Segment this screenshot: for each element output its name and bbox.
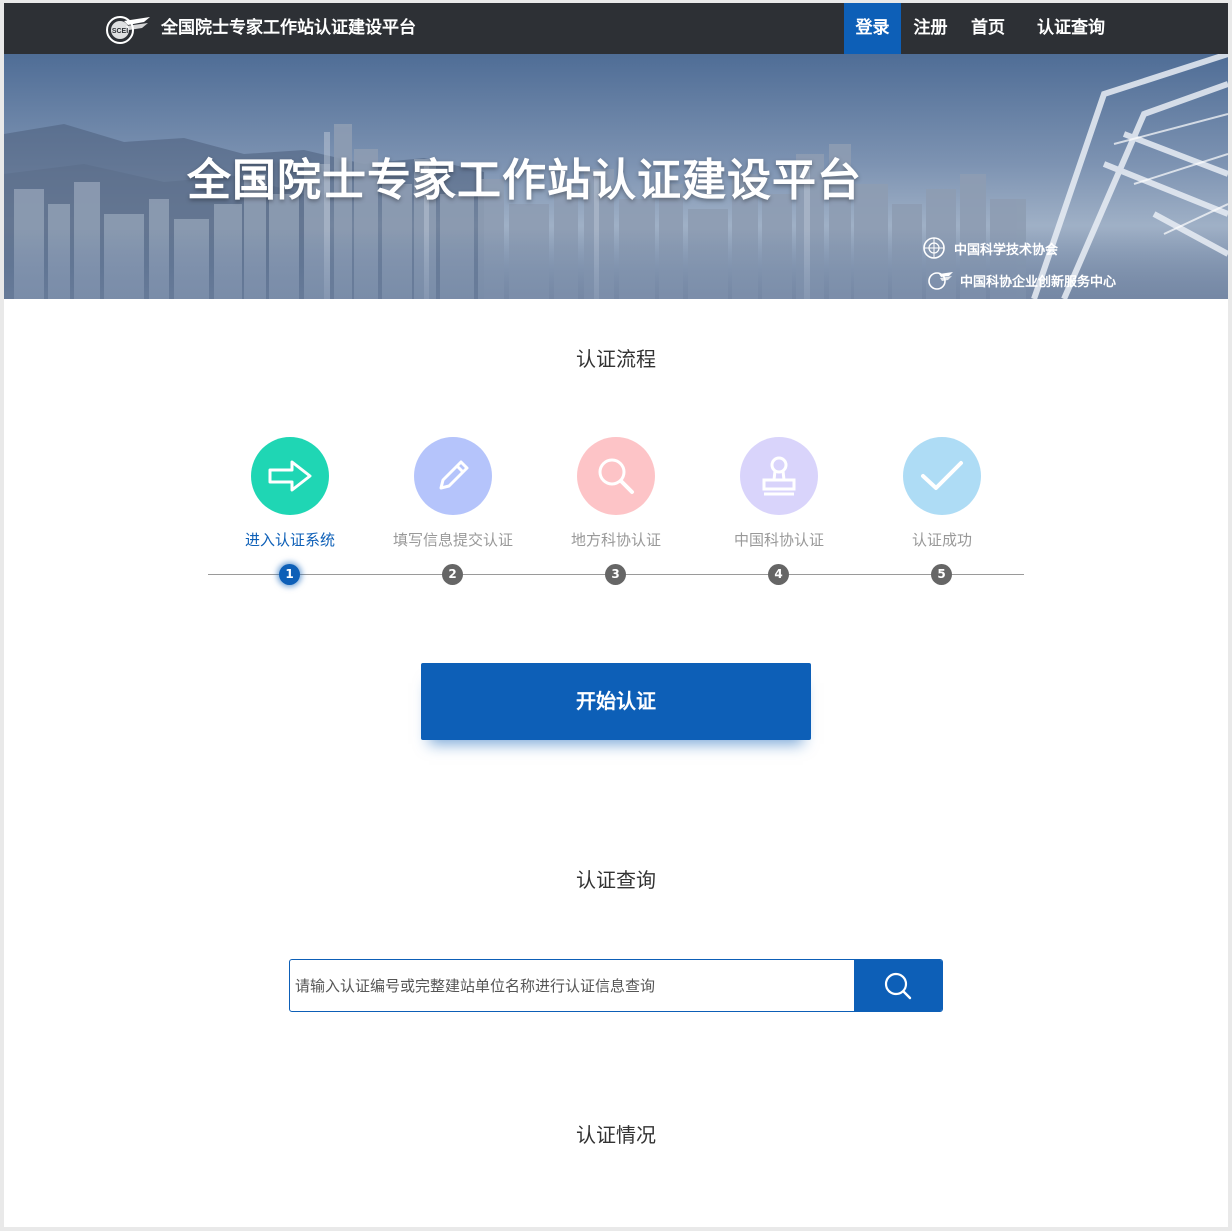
step-1-label: 进入认证系统: [244, 531, 335, 549]
step-3-number: 3: [605, 564, 626, 585]
search-input[interactable]: [290, 960, 855, 1011]
scei-small-logo-icon: [928, 272, 953, 290]
page-frame: SCEI 全国院士专家工作站认证建设平台 登录 注册 首页 认证查询 全国院士专…: [4, 3, 1228, 1227]
org-service-center-label: 中国科协企业创新服务中心: [960, 274, 1117, 290]
step-2-label: 填写信息提交认证: [392, 531, 513, 549]
banner-title: 全国院士专家工作站认证建设平台: [187, 155, 862, 206]
nav-home[interactable]: 首页: [964, 3, 1012, 54]
brand-title[interactable]: 全国院士专家工作站认证建设平台: [161, 3, 416, 54]
checkmark-icon: [921, 461, 963, 490]
step-3-circle[interactable]: [577, 437, 655, 515]
cast-logo-icon: [923, 237, 945, 259]
process-title: 认证流程: [576, 347, 656, 371]
magnifier-icon: [598, 458, 634, 494]
step-5-circle[interactable]: [903, 437, 981, 515]
search-button[interactable]: [854, 960, 942, 1011]
arrow-right-icon: [268, 460, 312, 492]
step-2-number: 2: [442, 564, 463, 585]
step-1-number: 1: [279, 564, 300, 585]
step-4-label: 中国科协认证: [733, 531, 824, 549]
hero-banner: 全国院士专家工作站认证建设平台 中国科学技术协会 中国科协企业创新服务中心: [4, 54, 1228, 299]
nav-query[interactable]: 认证查询: [1028, 3, 1114, 54]
query-title: 认证查询: [576, 868, 656, 892]
org-service-center: 中国科协企业创新服务中心: [928, 268, 1116, 292]
search-icon: [884, 972, 912, 999]
step-1-circle[interactable]: [251, 437, 329, 515]
step-2-circle[interactable]: [414, 437, 492, 515]
scei-logo-icon: SCEI: [106, 16, 150, 44]
start-certification-button[interactable]: 开始认证: [421, 663, 811, 740]
step-5-number: 5: [931, 564, 952, 585]
stamp-icon: [762, 456, 796, 496]
step-4-circle[interactable]: [740, 437, 818, 515]
nav-register[interactable]: 注册: [904, 3, 957, 54]
step-4-number: 4: [768, 564, 789, 585]
pencil-icon: [439, 460, 469, 490]
org-cast-label: 中国科学技术协会: [954, 242, 1059, 258]
nav-login[interactable]: 登录: [844, 3, 901, 54]
search-box: [289, 959, 943, 1012]
svg-text:SCEI: SCEI: [112, 28, 128, 35]
top-nav-bar: SCEI 全国院士专家工作站认证建设平台 登录 注册 首页 认证查询: [4, 3, 1228, 54]
org-cast: 中国科学技术协会: [922, 236, 1058, 260]
step-3-label: 地方科协认证: [570, 531, 661, 549]
status-title: 认证情况: [576, 1123, 656, 1147]
step-5-label: 认证成功: [911, 531, 972, 549]
